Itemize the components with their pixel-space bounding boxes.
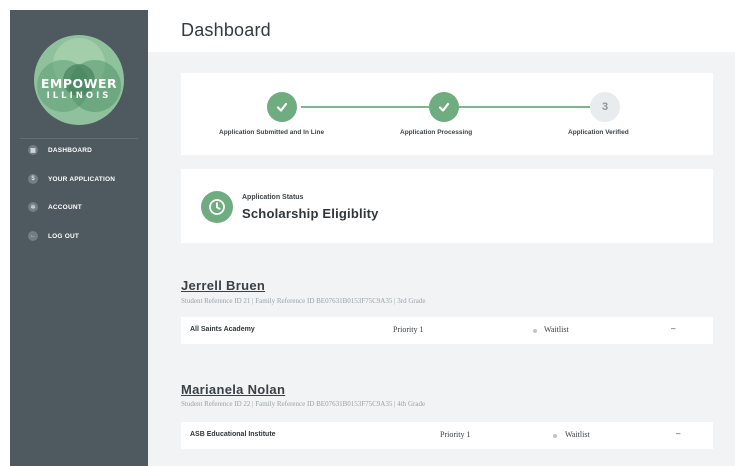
status-label: Application Status: [242, 194, 304, 201]
grid-icon: ▦: [28, 145, 38, 155]
sidebar: EMPOWER ILLINOIS ▦ DASHBOARD $ YOUR APPL…: [10, 10, 148, 466]
sidebar-divider: [20, 138, 138, 139]
sidebar-item-log-out[interactable]: ← LOG OUT: [20, 227, 79, 245]
step-3-number: 3: [590, 92, 620, 122]
row-extra: –: [676, 429, 681, 438]
sidebar-item-label: DASHBOARD: [48, 146, 93, 154]
application-progress-card: 3 Application Submitted and In Line Appl…: [181, 73, 713, 155]
row-extra: –: [671, 324, 676, 333]
dollar-icon: $: [28, 174, 38, 184]
step-1-check-icon: [267, 92, 297, 122]
step-3-label: Application Verified: [568, 129, 629, 136]
progress-line-2: [461, 106, 601, 108]
sidebar-item-label: YOUR APPLICATION: [48, 175, 116, 183]
student-name[interactable]: Marianela Nolan: [181, 382, 285, 397]
arrow-left-icon: ←: [28, 231, 38, 241]
status-value: Scholarship Eligiblity: [242, 206, 379, 221]
waitlist-dot-icon: [533, 329, 537, 333]
waitlist-status: Waitlist: [565, 430, 590, 439]
school-name: ASB Educational Institute: [190, 431, 276, 438]
school-row: ASB Educational Institute Priority 1 Wai…: [181, 422, 713, 449]
priority-value: Priority 1: [440, 430, 471, 439]
clock-icon: [201, 191, 233, 223]
sidebar-item-account[interactable]: ✲ ACCOUNT: [20, 198, 82, 216]
sidebar-item-dashboard[interactable]: ▦ DASHBOARD: [20, 141, 92, 159]
gear-icon: ✲: [28, 202, 38, 212]
logo-text-empower: EMPOWER: [40, 76, 118, 91]
sidebar-item-label: ACCOUNT: [48, 203, 82, 211]
application-status-card: Application Status Scholarship Eligiblit…: [181, 169, 713, 243]
school-name: All Saints Academy: [190, 326, 255, 333]
step-2-check-icon: [429, 92, 459, 122]
logo-text-illinois: ILLINOIS: [46, 91, 112, 101]
school-row: All Saints Academy Priority 1 Waitlist –: [181, 317, 713, 344]
step-1-label: Application Submitted and In Line: [219, 129, 325, 136]
student-meta: Student Reference ID 21 | Family Referen…: [181, 297, 426, 305]
waitlist-dot-icon: [553, 434, 557, 438]
waitlist-status: Waitlist: [544, 325, 569, 334]
sidebar-item-your-application[interactable]: $ YOUR APPLICATION: [20, 170, 115, 188]
sidebar-item-label: LOG OUT: [48, 232, 80, 240]
step-2-label: Application Processing: [400, 129, 473, 136]
page-title: Dashboard: [181, 20, 271, 40]
priority-value: Priority 1: [393, 325, 424, 334]
page-header: Dashboard: [148, 10, 735, 52]
main-content: Dashboard 3 Application Submitted and In…: [148, 10, 735, 466]
empower-illinois-logo: EMPOWER ILLINOIS: [33, 34, 125, 126]
student-meta: Student Reference ID 22 | Family Referen…: [181, 400, 426, 408]
student-name[interactable]: Jerrell Bruen: [181, 278, 265, 293]
